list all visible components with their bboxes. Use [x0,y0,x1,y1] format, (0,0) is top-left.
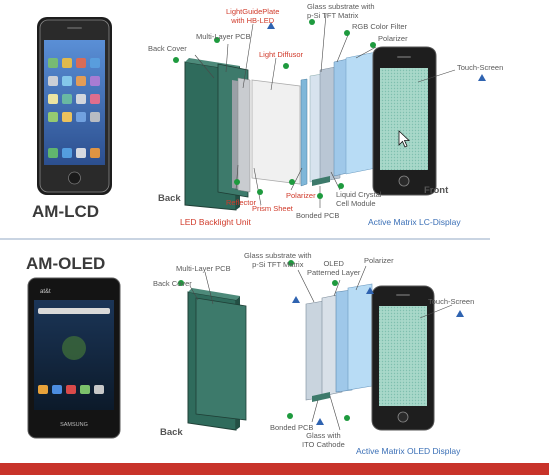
oled-active-matrix-label: Active Matrix OLED Display [356,446,461,456]
lcd-back-label: Back [158,193,181,204]
oled-label-glass-ito: Glass with ITO Cathode [302,431,345,449]
lcd-label-light-diffusor: Light Diffusor [259,50,304,59]
lcd-label-touch-screen: Touch-Screen [457,63,504,72]
bottom-accent-bar [0,463,549,475]
lcd-label-prism-sheet: Prism Sheet [252,204,293,213]
android-phone-photo: SAMSUNG at&t [27,277,121,439]
oled-label-back-cover: Back Cover [153,279,192,288]
diagram-stage: SAMSUNG at&t AM-LCD Back Front Back Cove… [0,0,549,475]
am-oled-title: AM-OLED [26,254,106,273]
iphone-photo [37,17,112,195]
lcd-label-bonded-pcb: Bonded PCB [296,211,340,220]
lcd-active-matrix-label: Active Matrix LC-Display [368,217,461,227]
oled-back-label: Back [160,427,183,438]
oled-label-oled-layer: OLED Patterned Layer [307,259,361,277]
oled-exploded-layers [187,283,435,431]
lcd-exploded-layers [184,46,437,211]
section-divider [0,238,490,240]
lcd-label-rgb-color-filter: RGB Color Filter [352,22,408,31]
svg-text:at&t: at&t [40,289,51,295]
lcd-label-multi-layer-pcb: Multi-Layer PCB [196,32,251,41]
lcd-label-glass-substrate: Glass substrate with p-Si TFT Matrix [307,2,375,20]
lcd-label-light-guide-plate: LightGuidePlate with HB-LED [226,7,280,25]
lcd-label-polarizer-bottom: Polarizer [286,191,316,200]
lcd-label-polarizer-top: Polarizer [378,34,408,43]
phone-brand-text: SAMSUNG [60,422,88,428]
lcd-led-backlight-unit: LED Backlight Unit [180,217,251,227]
lcd-label-liquid-crystal: Liquid Crystal Cell Module [336,190,382,208]
oled-label-touch-screen: Touch-Screen [428,297,475,306]
oled-label-glass-substrate: Glass substrate with p-Si TFT Matrix [244,251,312,269]
lcd-label-back-cover: Back Cover [148,44,187,53]
am-lcd-title: AM-LCD [32,202,100,221]
oled-label-polarizer: Polarizer [364,256,394,265]
lcd-front-label: Front [424,185,449,196]
oled-label-multi-layer-pcb: Multi-Layer PCB [176,264,231,273]
